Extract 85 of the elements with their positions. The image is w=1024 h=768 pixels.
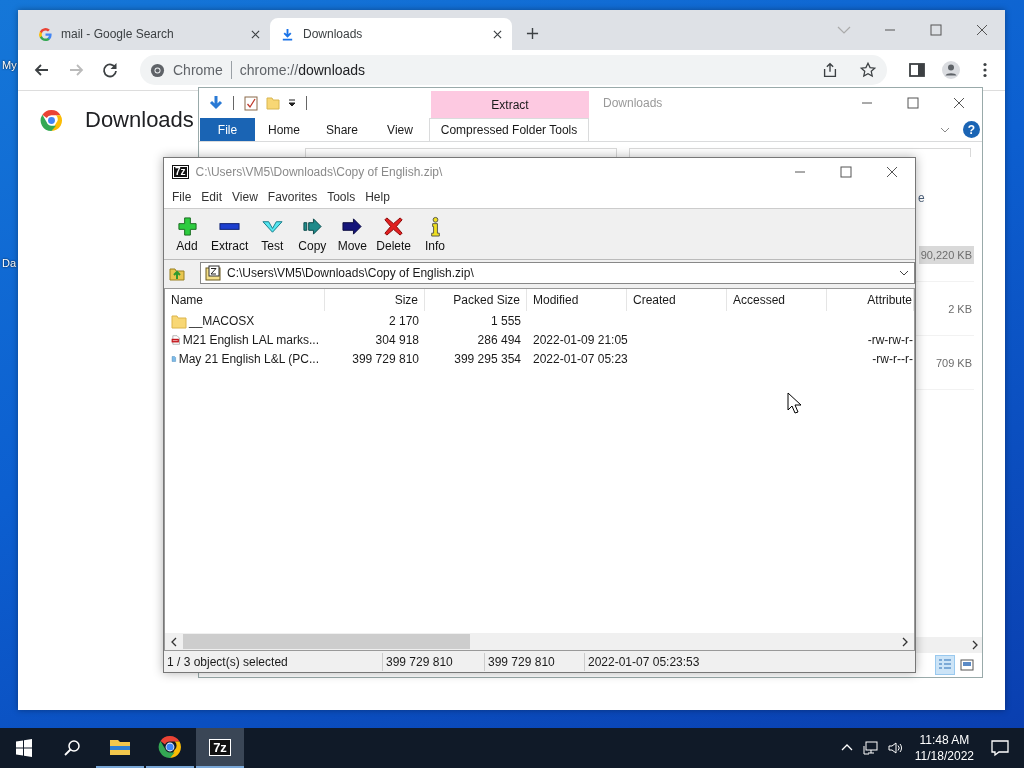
column-header[interactable]: Name (165, 289, 325, 311)
address-bar[interactable]: Chrome chrome://downloads (140, 55, 887, 85)
menu-item[interactable]: Favorites (262, 190, 323, 204)
file-size: 90,220 KB (918, 245, 974, 264)
chrome-logo-icon (40, 108, 63, 132)
taskbar-app[interactable]: 7z (196, 728, 244, 768)
file-name[interactable]: __MACOSX (189, 313, 255, 328)
column-header[interactable]: Packed Size (425, 289, 527, 311)
new-tab-icon[interactable] (526, 27, 539, 40)
toolbar-button[interactable]: Copy (292, 215, 333, 253)
menu-item[interactable]: Tools (322, 190, 361, 204)
table-cell: 286 494 (477, 332, 521, 347)
menu-item[interactable]: File (167, 190, 197, 204)
column-header[interactable]: Accessed (727, 289, 827, 311)
window-title: Downloads (603, 96, 663, 110)
share-icon[interactable] (821, 61, 839, 79)
table-cell: 2 170 (388, 313, 419, 328)
ribbon-tab[interactable]: View (371, 118, 429, 141)
download-arrow-icon[interactable] (208, 95, 224, 111)
toolbar-button[interactable]: Delete (372, 215, 416, 253)
clock[interactable]: 11:48 AM 11/18/2022 (906, 732, 982, 764)
ribbon-tab[interactable]: File (200, 118, 255, 141)
ribbon-tab[interactable]: Compressed Folder Tools (429, 118, 589, 141)
window-title: C:\Users\VM5\Downloads\Copy of English.zip\ (195, 165, 443, 179)
column-header[interactable]: Attribute (827, 289, 914, 311)
toolbar-button[interactable]: Move (332, 215, 373, 253)
minus-icon (219, 222, 241, 230)
scroll-right-icon[interactable] (970, 640, 980, 650)
close-tab-icon[interactable] (251, 29, 260, 39)
arrow-right-icon (301, 215, 323, 237)
table-cell: -rw-rw-r- (867, 332, 913, 347)
table-cell: 399 295 354 (454, 351, 521, 366)
close-tab-icon[interactable] (493, 29, 502, 39)
scrollbar-thumb[interactable] (183, 634, 470, 649)
google-icon (38, 26, 53, 42)
x-icon (383, 215, 405, 237)
toolbar-button[interactable]: Extract (207, 215, 253, 253)
status-text: 399 729 810 (383, 652, 485, 671)
mouse-cursor-icon (787, 392, 801, 414)
chrome-icon (158, 735, 182, 759)
file-name[interactable]: May 21 English L&L (PC... (178, 351, 319, 366)
table-cell: 304 918 (375, 332, 419, 347)
toolbar-button[interactable]: Test (252, 215, 293, 253)
app-logo: 7z (172, 165, 189, 179)
table-cell: 399 729 810 (352, 351, 419, 366)
ribbon-tab[interactable]: Home (255, 118, 313, 141)
table-cell: -rw-r--r- (872, 351, 913, 366)
table-cell: 2022-01-09 21:05 (533, 332, 628, 347)
menu-item[interactable]: Help (360, 190, 395, 204)
context-tab-header: Extract (431, 91, 589, 118)
browser-tab[interactable]: mail - Google Search (28, 18, 270, 50)
browser-tab[interactable]: Downloads (270, 18, 512, 50)
arrow-right-icon (341, 215, 363, 237)
download-icon (280, 26, 295, 42)
status-text: 1 / 3 object(s) selected (164, 652, 383, 671)
chrome-icon (150, 62, 165, 78)
desktop-icon-label[interactable]: My (2, 59, 17, 71)
large-icons-view-icon[interactable] (958, 656, 976, 674)
toolbar-button[interactable]: Add (167, 215, 207, 253)
star-icon[interactable] (859, 61, 877, 79)
page-title: Downloads (85, 107, 194, 133)
horizontal-scrollbar[interactable] (165, 633, 914, 650)
table-cell: 1 555 (490, 313, 521, 328)
column-header[interactable]: Created (627, 289, 727, 311)
file-size: 2 KB (947, 301, 973, 317)
column-header[interactable]: Modified (527, 289, 627, 311)
plus-icon (176, 215, 198, 237)
desktop-icon-label[interactable]: Da (2, 257, 17, 269)
menu-item[interactable]: View (227, 190, 263, 204)
menu-item[interactable]: Edit (196, 190, 228, 204)
help-button[interactable]: ? (963, 121, 980, 138)
ribbon-tab[interactable]: Share (313, 118, 371, 141)
status-text: 399 729 810 (485, 652, 585, 671)
file-name[interactable]: M21 English LAL marks... (182, 332, 319, 347)
toolbar-button[interactable]: Info (415, 215, 456, 253)
archive-icon (205, 265, 221, 281)
column-header[interactable]: e (916, 184, 974, 212)
path-field[interactable]: C:\Users\VM5\Downloads\Copy of English.zip\ (200, 262, 915, 284)
properties-icon[interactable] (243, 95, 259, 111)
folder-icon (171, 312, 187, 329)
column-header[interactable]: Size (325, 289, 425, 311)
table-cell: 2022-01-07 05:23 (533, 351, 628, 366)
file-size: 709 KB (934, 355, 973, 371)
status-text: 2022-01-07 05:23:53 (587, 653, 701, 671)
profile-avatar[interactable] (939, 60, 963, 80)
